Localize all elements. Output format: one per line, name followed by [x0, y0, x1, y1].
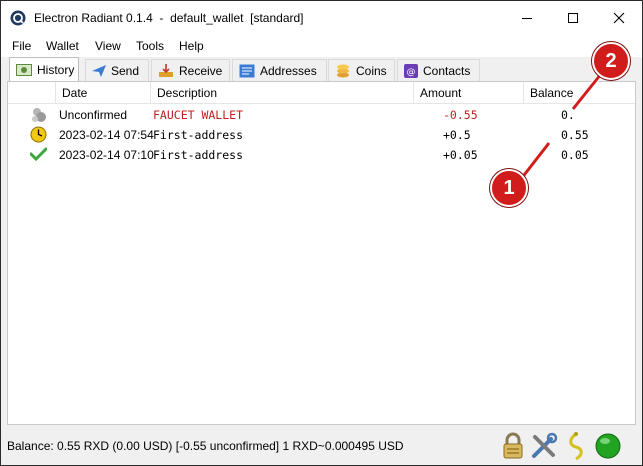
- seed-icon[interactable]: [561, 431, 591, 461]
- lock-icon[interactable]: [498, 431, 528, 461]
- callout-2: 2: [592, 42, 630, 80]
- network-status-icon[interactable]: [593, 431, 623, 461]
- app-window: Electron Radiant 0.1.4 - default_wallet …: [0, 0, 643, 466]
- status-bar: Balance: 0.55 RXD (0.00 USD) [-0.55 unco…: [1, 427, 642, 465]
- status-balance-text: Balance: 0.55 RXD (0.00 USD) [-0.55 unco…: [7, 439, 404, 453]
- preferences-tools-icon[interactable]: [529, 431, 559, 461]
- annotation-arrows: [519, 72, 603, 181]
- callout-1: 1: [490, 169, 528, 207]
